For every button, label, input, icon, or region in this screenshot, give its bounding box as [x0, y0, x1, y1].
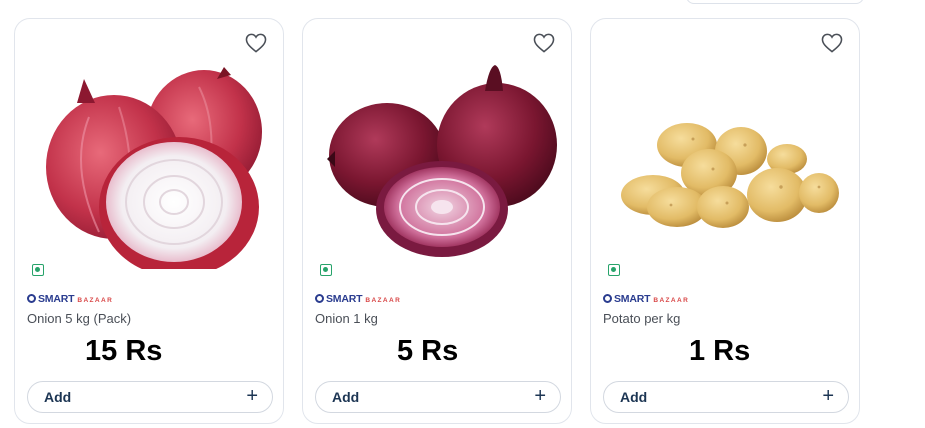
product-price: 15 Rs	[85, 335, 163, 367]
brand-main-text: SMART	[614, 293, 651, 305]
brand-sub-text: BAZAAR	[653, 297, 690, 304]
plus-icon: +	[534, 385, 546, 407]
smart-bazaar-logo-icon	[603, 294, 612, 303]
add-to-cart-button[interactable]: Add +	[27, 381, 273, 413]
brand-sub-text: BAZAAR	[77, 297, 114, 304]
brand-logo: SMART BAZAAR	[27, 293, 113, 305]
product-image-potato[interactable]	[605, 47, 847, 269]
brand-logo: SMART BAZAAR	[603, 293, 689, 305]
product-name[interactable]: Onion 5 kg (Pack)	[27, 311, 131, 326]
smart-bazaar-logo-icon	[27, 294, 36, 303]
top-search-edge	[686, 0, 864, 4]
add-to-cart-button[interactable]: Add +	[315, 381, 561, 413]
add-button-label: Add	[332, 389, 360, 405]
product-name[interactable]: Potato per kg	[603, 311, 680, 326]
plus-icon: +	[246, 385, 258, 407]
product-card[interactable]: SMART BAZAAR Onion 5 kg (Pack) 15 Rs Add…	[14, 18, 284, 424]
plus-icon: +	[822, 385, 834, 407]
add-button-label: Add	[620, 389, 648, 405]
product-card[interactable]: SMART BAZAAR Onion 1 kg 5 Rs Add +	[302, 18, 572, 424]
add-button-label: Add	[44, 389, 72, 405]
smart-bazaar-logo-icon	[315, 294, 324, 303]
veg-indicator-icon	[320, 264, 332, 276]
brand-main-text: SMART	[326, 293, 363, 305]
product-grid: SMART BAZAAR Onion 5 kg (Pack) 15 Rs Add…	[0, 0, 925, 428]
product-price: 5 Rs	[397, 335, 459, 367]
brand-logo: SMART BAZAAR	[315, 293, 401, 305]
product-image-onion-5kg[interactable]	[29, 47, 271, 269]
product-image-onion-1kg[interactable]	[317, 47, 559, 269]
veg-indicator-icon	[608, 264, 620, 276]
brand-main-text: SMART	[38, 293, 75, 305]
product-card[interactable]: SMART BAZAAR Potato per kg 1 Rs Add +	[590, 18, 860, 424]
veg-indicator-icon	[32, 264, 44, 276]
brand-sub-text: BAZAAR	[365, 297, 402, 304]
add-to-cart-button[interactable]: Add +	[603, 381, 849, 413]
product-price: 1 Rs	[689, 335, 751, 367]
product-name[interactable]: Onion 1 kg	[315, 311, 378, 326]
